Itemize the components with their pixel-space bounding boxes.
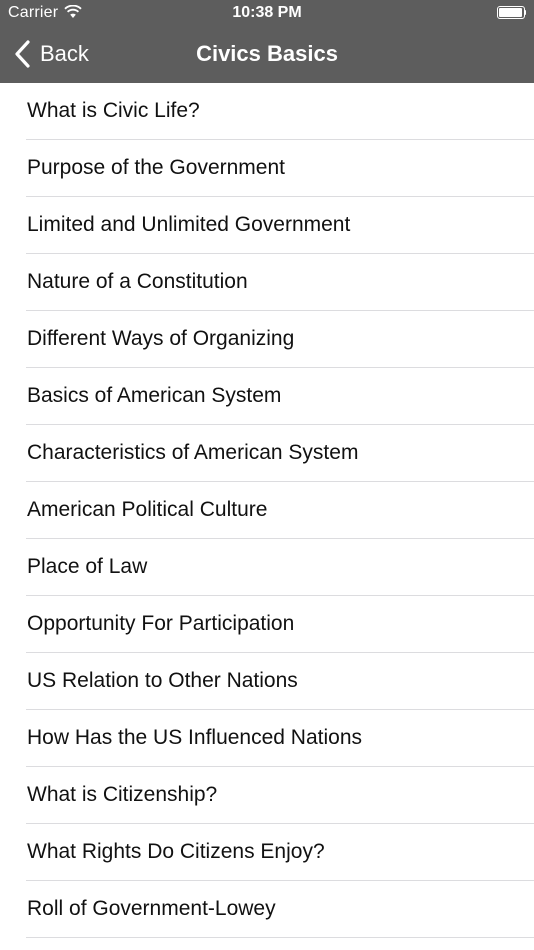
list-item[interactable]: What Rights Do Citizens Enjoy? xyxy=(0,824,534,881)
list-item[interactable]: American Political Culture xyxy=(0,482,534,539)
list-item-label: What is Citizenship? xyxy=(27,783,218,806)
list-item[interactable]: How Has the US Influenced Nations xyxy=(0,710,534,767)
list-item[interactable]: Opportunity For Participation xyxy=(0,596,534,653)
list-item-label: US Relation to Other Nations xyxy=(27,669,298,692)
list-item-label: How Has the US Influenced Nations xyxy=(27,726,363,749)
list-item-label: Purpose of the Government xyxy=(27,156,285,179)
list-item-label: Opportunity For Participation xyxy=(27,612,295,635)
list-item-label: Limited and Unlimited Government xyxy=(27,213,351,236)
list-item-label: What is Civic Life? xyxy=(27,99,200,122)
list-item[interactable]: US Relation to Other Nations xyxy=(0,653,534,710)
navigation-bar: Back Civics Basics xyxy=(0,28,534,83)
list-item[interactable]: What is Civic Life? xyxy=(0,83,534,140)
list-item-label: Place of Law xyxy=(27,555,148,578)
list-item[interactable]: Characteristics of American System xyxy=(0,425,534,482)
list-item-label: Basics of American System xyxy=(27,384,282,407)
list-item[interactable]: Different Ways of Organizing xyxy=(0,311,534,368)
list-item[interactable]: Purpose of the Government xyxy=(0,140,534,197)
list-item[interactable]: Roll of Government-Lowey xyxy=(0,881,534,938)
list-item-label: Roll of Government-Lowey xyxy=(27,897,276,920)
list-item[interactable]: Basics of American System xyxy=(0,368,534,425)
status-time: 10:38 PM xyxy=(232,4,302,21)
list-item-label: American Political Culture xyxy=(27,498,268,521)
status-bar: Carrier 10:38 PM xyxy=(0,0,534,28)
page-title: Civics Basics xyxy=(196,41,338,66)
top-bar: Carrier 10:38 PM Back Civics Basics xyxy=(0,0,534,83)
list-item-label: Characteristics of American System xyxy=(27,441,359,464)
list-item[interactable]: Place of Law xyxy=(0,539,534,596)
topics-list: What is Civic Life? Purpose of the Gover… xyxy=(0,83,534,938)
battery-icon xyxy=(497,6,526,19)
list-item-label: What Rights Do Citizens Enjoy? xyxy=(27,840,325,863)
list-item[interactable]: Nature of a Constitution xyxy=(0,254,534,311)
list-item[interactable]: What is Citizenship? xyxy=(0,767,534,824)
list-item-label: Nature of a Constitution xyxy=(27,270,248,293)
list-item[interactable]: Limited and Unlimited Government xyxy=(0,197,534,254)
list-item-label: Different Ways of Organizing xyxy=(27,327,295,350)
